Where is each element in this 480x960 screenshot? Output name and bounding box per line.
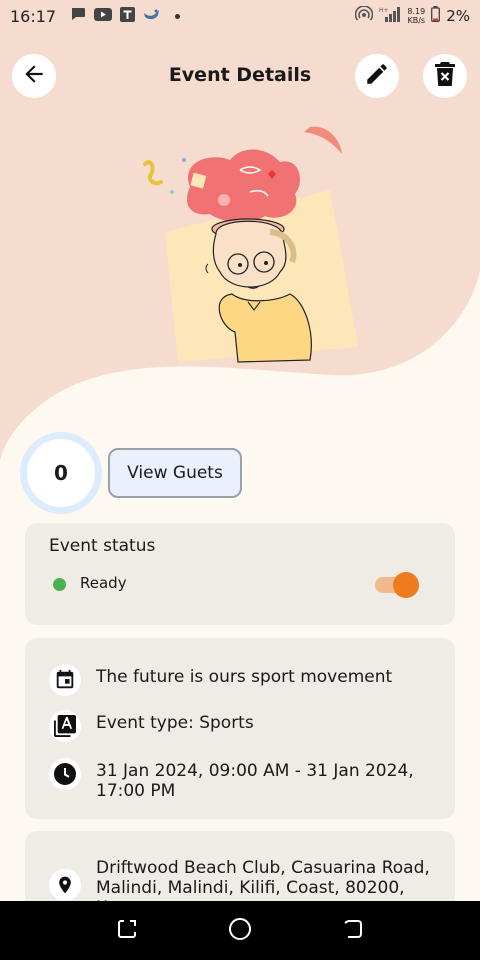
network-type-label: H+ [379,7,389,14]
event-type: Event type: Sports [96,713,254,733]
recents-button[interactable] [107,911,147,951]
network-speed-value: 8.19 [407,7,426,16]
hotspot-icon [355,5,374,26]
event-details-card: The future is ours sport movement Event … [25,638,455,819]
guests-row: 0 View Guets [20,432,242,514]
recents-icon [115,917,139,945]
status-label: Ready [80,574,127,592]
pencil-icon [364,61,390,91]
clock-icon [49,758,81,790]
back-nav-button[interactable] [333,911,373,951]
category-icon [49,710,81,742]
event-datetime: 31 Jan 2024, 09:00 AM - 31 Jan 2024, 17:… [96,761,414,801]
signal-icon: H+ [379,6,401,26]
status-indicator-dot [53,578,66,591]
system-indicators: H+ 8.19 KB/s 2% [355,5,470,26]
battery-icon [431,6,441,26]
network-speed: 8.19 KB/s [407,7,425,25]
event-status-card: Event status Ready [25,523,455,625]
page-title: Event Details [168,64,312,86]
bird-app-icon [143,7,161,25]
app-bar: Event Details [0,54,480,100]
home-circle-icon [227,916,253,946]
t-app-icon [120,6,136,26]
view-guests-button[interactable]: View Guets [108,448,242,498]
status-time: 16:17 [10,6,57,26]
location-pin-icon [49,869,81,901]
notification-icons [70,6,181,26]
event-type-row: Event type: Sports [49,710,436,742]
youtube-icon [94,7,113,25]
guest-count: 0 [20,432,102,514]
more-notifications-dot [175,13,181,19]
status-bar: 16:17 H+ 8.19 KB/s 2% [0,0,480,32]
network-speed-unit: KB/s [407,16,426,25]
delete-button[interactable] [423,54,467,98]
trash-icon [433,61,457,91]
status-toggle[interactable] [373,572,419,598]
event-name-row: The future is ours sport movement [49,664,436,696]
toggle-thumb [393,572,419,598]
chat-icon [70,7,86,25]
calendar-icon [49,664,81,696]
event-illustration [143,126,358,363]
back-nav-icon [341,917,365,945]
battery-percent: 2% [446,7,470,25]
home-button[interactable] [220,911,260,951]
event-status-title: Event status [49,536,156,556]
event-time-row: 31 Jan 2024, 09:00 AM - 31 Jan 2024, 17:… [49,758,436,801]
edit-button[interactable] [355,54,399,98]
event-name: The future is ours sport movement [96,667,393,687]
system-navigation-bar [0,901,480,960]
